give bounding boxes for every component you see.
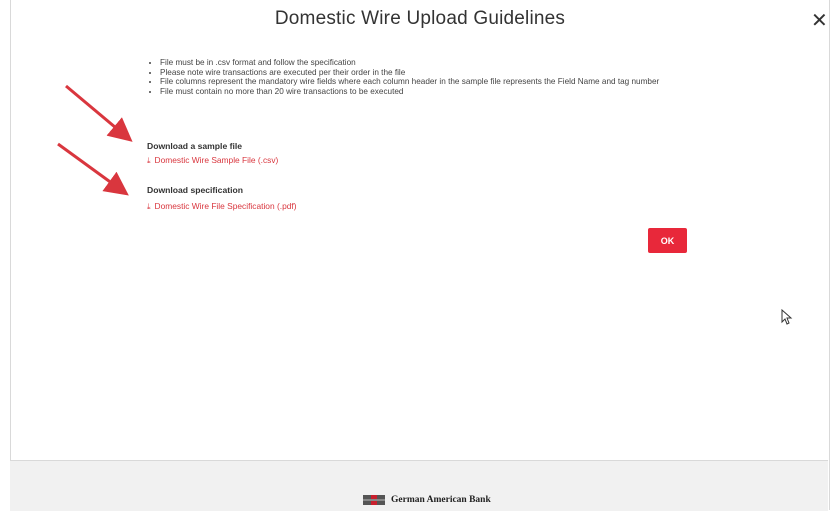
sample-file-heading: Download a sample file: [147, 141, 243, 151]
footer: German American Bank: [10, 460, 828, 511]
guideline-item: Please note wire transactions are execut…: [160, 68, 700, 78]
mouse-cursor-icon: [781, 309, 793, 325]
download-icon: ⤓: [147, 156, 151, 165]
brand-name: German American Bank: [391, 495, 491, 505]
specification-heading: Download specification: [147, 185, 243, 195]
sample-file-link-label: Domestic Wire Sample File (.csv): [154, 155, 279, 165]
guideline-item: File must be in .csv format and follow t…: [160, 58, 700, 68]
guidelines-list: File must be in .csv format and follow t…: [148, 58, 700, 96]
specification-link[interactable]: ⤓ Domestic Wire File Specification (.pdf): [147, 201, 297, 212]
close-icon[interactable]: ✕: [811, 8, 828, 33]
ok-button[interactable]: OK: [648, 228, 687, 253]
specification-link-label: Domestic Wire File Specification (.pdf): [154, 201, 297, 211]
brand: German American Bank: [363, 495, 491, 505]
dialog-title: Domestic Wire Upload Guidelines: [274, 8, 566, 29]
sample-file-link[interactable]: ⤓ Domestic Wire Sample File (.csv): [147, 155, 278, 166]
guideline-item: File must contain no more than 20 wire t…: [160, 87, 700, 97]
download-icon: ⤓: [147, 202, 151, 211]
bank-logo-icon: [363, 495, 385, 505]
guideline-item: File columns represent the mandatory wir…: [160, 77, 700, 87]
